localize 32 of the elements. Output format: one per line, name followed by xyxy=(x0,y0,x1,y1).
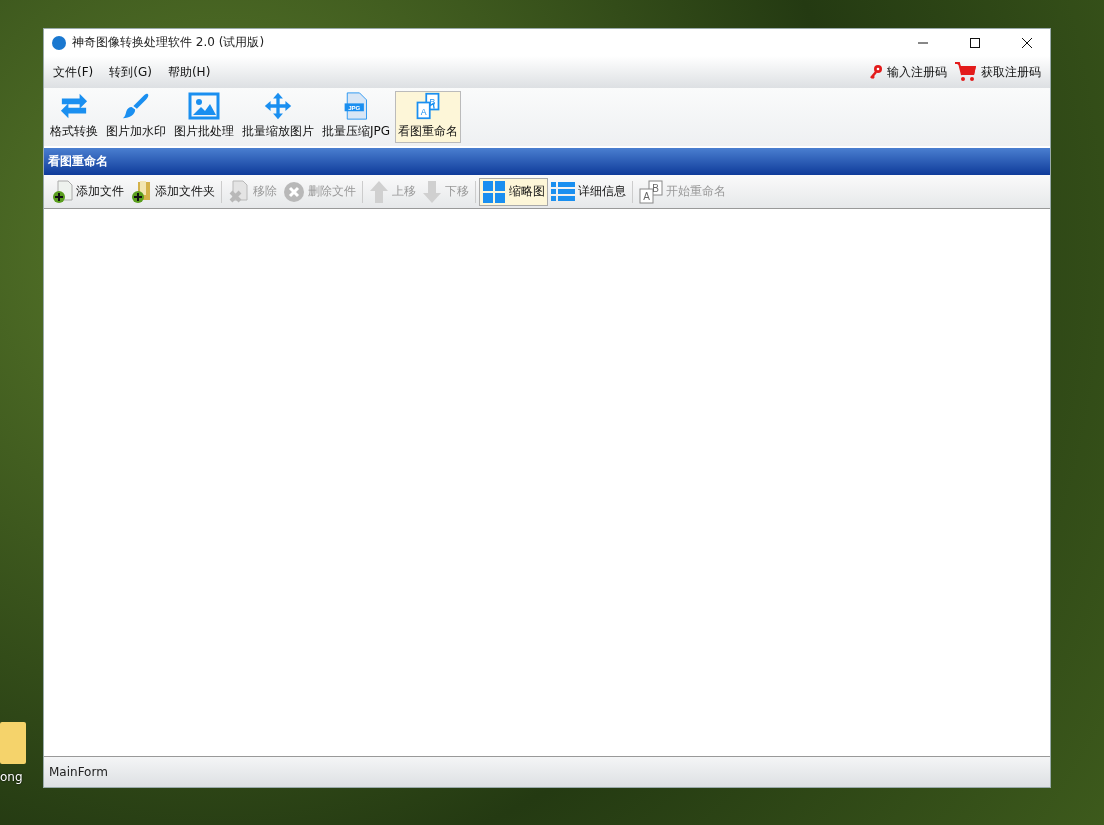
shopping-cart-icon xyxy=(955,62,977,82)
window-title: 神奇图像转换处理软件 2.0 (试用版) xyxy=(72,34,266,51)
toolbar-button[interactable]: 添加文件夹 xyxy=(127,177,218,206)
down-arrow-icon xyxy=(422,179,442,204)
toolbar-button[interactable]: 图片加水印 xyxy=(103,91,169,143)
status-text: MainForm xyxy=(49,765,108,779)
grid-icon xyxy=(482,179,506,204)
menu-item[interactable]: 转到(G) xyxy=(109,61,160,83)
registration-link[interactable]: 输入注册码 xyxy=(887,63,947,81)
close-icon xyxy=(1021,36,1033,49)
delete-circle-icon xyxy=(283,180,305,203)
toolbar-button[interactable]: 图片批处理 xyxy=(171,91,237,143)
picture-icon xyxy=(188,92,220,120)
menu-item[interactable]: 文件(F) xyxy=(53,61,102,83)
list-icon xyxy=(551,180,575,203)
app-icon xyxy=(52,35,66,50)
desktop-icon-label[interactable]: ong xyxy=(0,770,23,784)
folder-icon[interactable] xyxy=(0,722,26,764)
up-arrow-icon xyxy=(369,179,389,204)
key-icon xyxy=(869,64,883,80)
add-folder-icon xyxy=(130,179,152,204)
toolbar-button[interactable]: 缩略图 xyxy=(479,177,548,206)
toolbar-button[interactable]: 格式转换 xyxy=(47,91,101,143)
registration-link[interactable]: 获取注册码 xyxy=(981,63,1041,81)
remove-file-icon xyxy=(228,179,250,204)
toolbar-button[interactable]: 添加文件 xyxy=(48,177,127,206)
maximize-icon xyxy=(969,36,981,49)
panel-header: 看图重命名 xyxy=(44,148,1050,175)
toolbar-button[interactable]: 批量缩放图片 xyxy=(239,91,317,143)
add-file-icon xyxy=(51,179,73,204)
toolbar-button[interactable]: 详细信息 xyxy=(548,177,629,206)
menu-item[interactable]: 帮助(H) xyxy=(167,61,219,83)
